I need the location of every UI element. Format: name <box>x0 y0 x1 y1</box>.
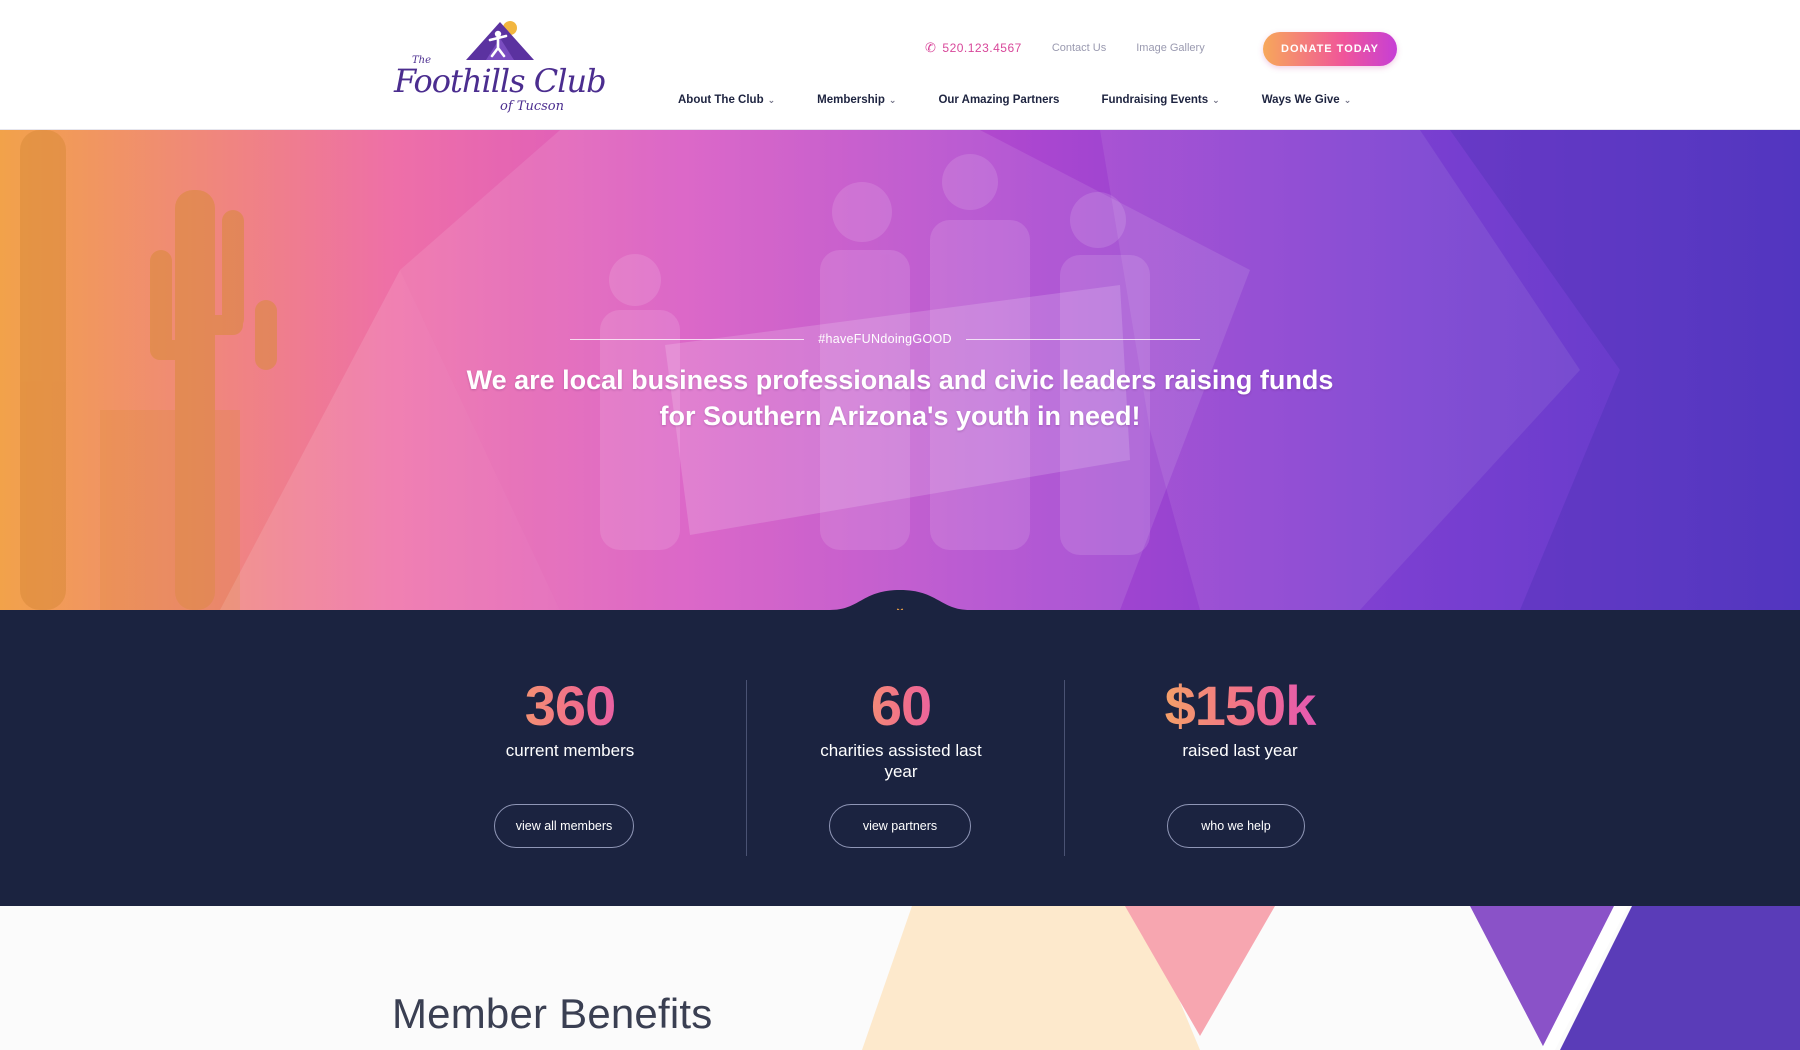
site-logo[interactable]: The Foothills Club of Tucson <box>392 18 607 118</box>
logo-title: Foothills Club <box>394 62 607 100</box>
donate-button[interactable]: DONATE TODAY <box>1263 32 1397 66</box>
stat-label: raised last year <box>1182 741 1298 760</box>
contact-us-link[interactable]: Contact Us <box>1052 42 1106 54</box>
hero-tagline: #haveFUNdoingGOOD <box>818 332 952 346</box>
member-benefits-section: Member Benefits <box>0 906 1800 1050</box>
hero-content: #haveFUNdoingGOOD We are local business … <box>0 130 1800 610</box>
chevron-down-icon: ⌄ <box>888 94 897 105</box>
view-all-members-button[interactable]: view all members <box>494 804 634 848</box>
phone-link[interactable]: ✆ 520.123.4567 <box>925 40 1022 56</box>
top-utility-bar: ✆ 520.123.4567 Contact Us Image Gallery … <box>925 30 1397 66</box>
nav-ways-we-give[interactable]: Ways We Give ⌄ <box>1262 94 1352 106</box>
nav-label: Membership <box>817 94 885 106</box>
stat-number: $150k <box>1130 676 1350 736</box>
nav-about[interactable]: About The Club ⌄ <box>678 94 775 106</box>
nav-partners[interactable]: Our Amazing Partners <box>938 94 1059 106</box>
nav-label: Fundraising Events <box>1101 94 1209 106</box>
logo-mountain-icon <box>466 21 534 60</box>
nav-label: About The Club <box>678 94 764 106</box>
scroll-down-chevron-icon[interactable]: ⌄ <box>890 600 910 610</box>
image-gallery-link[interactable]: Image Gallery <box>1136 42 1204 54</box>
tagline-rule-left <box>570 338 805 340</box>
hero-headline: We are local business professionals and … <box>466 365 1334 431</box>
hero-banner: #haveFUNdoingGOOD We are local business … <box>0 130 1800 610</box>
stat-charities: 60 charities assisted last year <box>815 610 987 782</box>
stats-section: 360 current members view all members 60 … <box>0 610 1800 906</box>
phone-icon: ✆ <box>925 40 937 55</box>
chevron-down-icon: ⌄ <box>1343 94 1352 105</box>
main-nav: About The Club ⌄ Membership ⌄ Our Amazin… <box>678 94 1351 106</box>
stat-label: charities assisted last year <box>820 741 982 781</box>
phone-number: 520.123.4567 <box>942 41 1022 55</box>
nav-fundraising[interactable]: Fundraising Events ⌄ <box>1101 94 1219 106</box>
stat-divider <box>1064 680 1065 856</box>
stat-divider <box>746 680 747 856</box>
stat-raised: $150k raised last year <box>1130 610 1350 761</box>
chevron-down-icon: ⌄ <box>767 94 776 105</box>
nav-label: Our Amazing Partners <box>938 94 1060 106</box>
site-header: The Foothills Club of Tucson ✆ 520.123.4… <box>0 0 1800 130</box>
member-benefits-heading: Member Benefits <box>392 990 713 1037</box>
nav-label: Ways We Give <box>1261 94 1340 106</box>
nav-membership[interactable]: Membership ⌄ <box>817 94 896 106</box>
stat-number: 360 <box>470 676 670 736</box>
tagline-rule-right <box>965 338 1201 340</box>
logo-subtitle: of Tucson <box>500 99 564 114</box>
view-partners-button[interactable]: view partners <box>829 804 971 848</box>
who-we-help-button[interactable]: who we help <box>1167 804 1305 848</box>
chevron-down-icon: ⌄ <box>1212 94 1220 105</box>
stat-number: 60 <box>815 676 987 736</box>
stat-label: current members <box>505 741 635 760</box>
stat-members: 360 current members <box>470 610 670 761</box>
tagline-row: #haveFUNdoingGOOD <box>570 332 1201 346</box>
benefits-background-art <box>862 906 1800 1050</box>
